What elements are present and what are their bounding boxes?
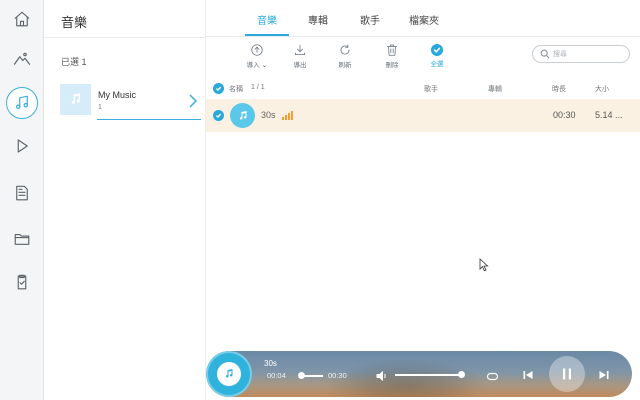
pause-button[interactable] <box>549 356 585 392</box>
total-time: 00:30 <box>328 371 347 380</box>
music-note-icon <box>230 103 255 128</box>
row-checkbox[interactable] <box>213 110 224 121</box>
track-size: 5.14 ... <box>595 110 623 120</box>
refresh-icon <box>340 44 350 55</box>
music-icon[interactable] <box>6 87 38 119</box>
track-duration: 00:30 <box>553 110 576 120</box>
chevron-right-icon[interactable] <box>187 94 199 108</box>
search-icon <box>540 49 550 59</box>
player-bar: 30s 00:04 00:30 <box>206 351 632 397</box>
volume-slider[interactable] <box>395 374 461 376</box>
now-playing-cover[interactable] <box>206 351 252 397</box>
music-note-icon <box>71 93 80 104</box>
header-name[interactable]: 名稱 <box>229 84 243 94</box>
header-artist[interactable]: 歌手 <box>424 84 438 94</box>
tab-music[interactable]: 音樂 <box>257 12 277 27</box>
table-header: 名稱 1 / 1 歌手 專輯 時長 大小 <box>206 79 640 97</box>
delete-label: 刪除 <box>385 62 399 69</box>
album-thumbnail <box>60 84 91 115</box>
divider <box>44 37 206 38</box>
nav-rail <box>0 0 44 400</box>
album-underline <box>97 119 201 120</box>
select-all-label: 全選 <box>430 61 444 68</box>
photos-icon[interactable] <box>7 44 37 74</box>
track-title: 30s <box>261 110 276 120</box>
playing-bars-icon <box>282 111 293 120</box>
select-all-checkbox[interactable] <box>213 83 224 94</box>
album-name: My Music <box>98 90 136 100</box>
document-icon[interactable] <box>7 178 37 208</box>
pause-icon <box>563 368 571 380</box>
upload-icon <box>251 44 263 56</box>
active-tab-indicator <box>245 34 289 36</box>
tab-folders[interactable]: 檔案夾 <box>409 12 439 27</box>
header-size[interactable]: 大小 <box>595 84 609 94</box>
current-time: 00:04 <box>267 371 286 380</box>
next-icon[interactable] <box>598 368 610 380</box>
selected-count: 已選 1 <box>61 57 87 67</box>
player-title: 30s <box>264 359 277 368</box>
search-input[interactable] <box>553 48 625 60</box>
delete-button[interactable]: 刪除 <box>375 43 409 69</box>
folder-icon[interactable] <box>7 224 37 254</box>
search-box[interactable] <box>532 45 630 63</box>
refresh-button[interactable]: 刷新 <box>328 43 362 69</box>
album-count: 1 <box>98 104 102 111</box>
repeat-icon[interactable] <box>486 369 499 381</box>
player-background-art <box>326 359 486 397</box>
import-button[interactable]: 導入 ⌄ <box>240 43 274 69</box>
album-item-my-music[interactable]: My Music 1 <box>60 84 202 120</box>
previous-icon[interactable] <box>522 368 534 380</box>
export-button[interactable]: 導出 <box>283 43 317 69</box>
check-icon <box>431 44 443 56</box>
header-duration[interactable]: 時長 <box>552 84 566 94</box>
music-note-icon <box>217 362 241 386</box>
header-count: 1 / 1 <box>251 84 265 91</box>
progress-handle[interactable] <box>298 372 305 379</box>
video-icon[interactable] <box>7 131 37 161</box>
export-label: 導出 <box>293 62 307 69</box>
trash-icon <box>386 44 398 56</box>
clipboard-icon[interactable] <box>7 267 37 297</box>
import-label: 導入 <box>246 62 260 69</box>
panel-title: 音樂 <box>61 15 88 30</box>
download-icon <box>294 44 306 56</box>
tab-albums[interactable]: 專輯 <box>308 12 328 27</box>
refresh-label: 刷新 <box>338 62 352 69</box>
tab-bar: 音樂 專輯 歌手 檔案夾 <box>206 0 640 37</box>
mouse-pointer-icon <box>479 258 489 272</box>
left-panel: 音樂 已選 1 My Music 1 <box>44 0 206 400</box>
tab-artists[interactable]: 歌手 <box>360 12 380 27</box>
select-all-button[interactable]: 全選 <box>420 43 454 68</box>
header-album[interactable]: 專輯 <box>488 84 502 94</box>
volume-handle[interactable] <box>458 371 465 378</box>
home-icon[interactable] <box>7 4 37 34</box>
table-row[interactable]: 30s 00:30 5.14 ... <box>206 99 640 132</box>
volume-icon[interactable] <box>376 369 388 382</box>
chevron-down-icon: ⌄ <box>261 62 268 69</box>
